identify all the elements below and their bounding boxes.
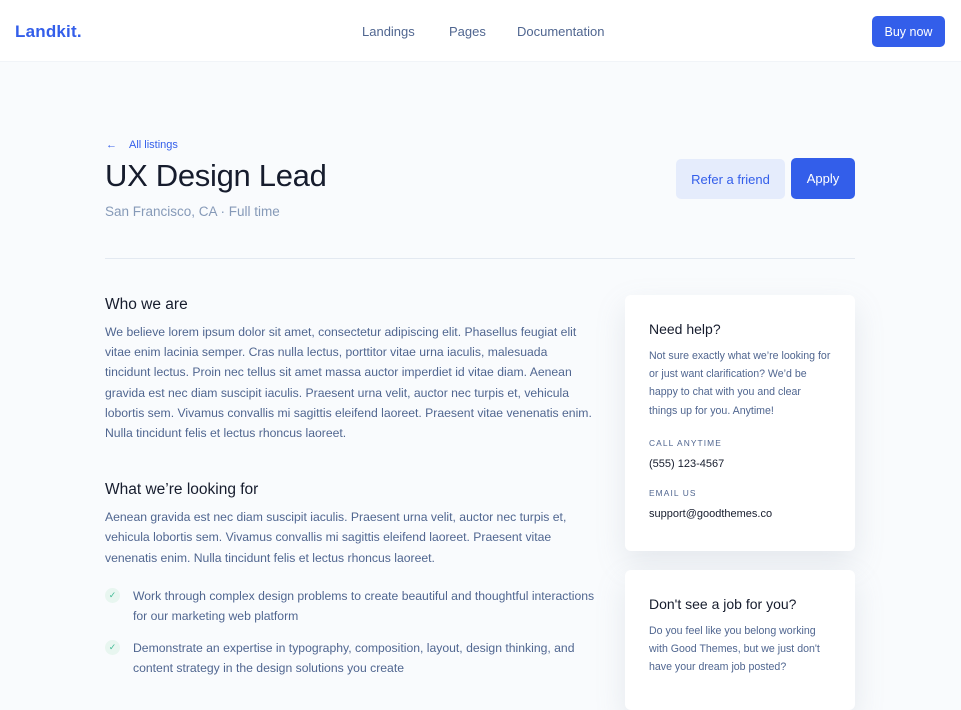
list-item: ✓ Work through complex design problems t…	[105, 586, 595, 626]
job-description: Who we are We believe lorem ipsum dolor …	[105, 296, 595, 691]
list-item: ✓ Demonstrate an expertise in typography…	[105, 638, 595, 678]
call-anytime-label: Call anytime	[649, 437, 722, 448]
nav-link-landings[interactable]: Landings	[362, 24, 415, 39]
looking-for-heading: What we’re looking for	[105, 481, 259, 499]
list-item-text: Demonstrate an expertise in typography, …	[133, 641, 575, 676]
refer-friend-button[interactable]: Refer a friend	[676, 159, 785, 199]
list-item-text: Work through complex design problems to …	[133, 588, 595, 624]
need-help-title: Need help?	[649, 321, 721, 337]
back-to-listings-link[interactable]: ← All listings	[106, 139, 178, 151]
brand-logo[interactable]: Landkit.	[15, 22, 82, 42]
looking-for-text: Aenean gravida est nec diam suscipit iac…	[105, 510, 567, 565]
no-job-card: Don't see a job for you? Do you feel lik…	[625, 570, 855, 710]
job-location-type: San Francisco, CA · Full time	[105, 204, 280, 219]
phone-number[interactable]: (555) 123-4567	[649, 458, 831, 470]
need-help-card: Need help? Not sure exactly what we’re l…	[625, 295, 855, 551]
who-we-are-heading: Who we are	[105, 296, 188, 313]
need-help-text: Not sure exactly what we’re looking for …	[649, 350, 831, 417]
requirements-list: ✓ Work through complex design problems t…	[105, 586, 595, 679]
email-us-label: Email us	[649, 487, 697, 498]
who-we-are-text: We believe lorem ipsum dolor sit amet, c…	[105, 325, 592, 441]
arrow-left-icon: ←	[106, 139, 117, 151]
check-icon: ✓	[105, 640, 120, 656]
top-navbar: Landkit. Landings Pages Documentation Bu…	[0, 0, 961, 62]
header-divider	[105, 258, 855, 259]
back-link-label: All listings	[129, 139, 178, 151]
support-email[interactable]: support@goodthemes.co	[649, 508, 831, 520]
apply-button[interactable]: Apply	[791, 158, 855, 199]
check-icon: ✓	[105, 587, 120, 603]
nav-link-pages[interactable]: Pages	[449, 24, 486, 39]
job-title: UX Design Lead	[105, 158, 327, 193]
no-job-title: Don't see a job for you?	[649, 596, 797, 612]
no-job-text: Do you feel like you belong working with…	[649, 625, 820, 674]
nav-link-documentation[interactable]: Documentation	[517, 24, 604, 39]
buy-now-button[interactable]: Buy now	[872, 16, 945, 47]
